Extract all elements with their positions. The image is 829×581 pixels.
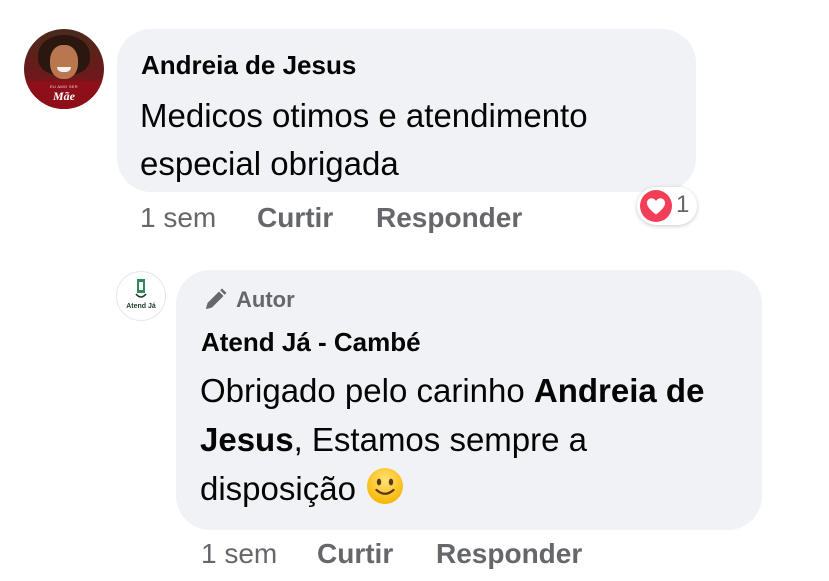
reply-like-button[interactable]: Curtir — [317, 538, 393, 570]
like-button[interactable]: Curtir — [257, 202, 333, 234]
author-badge-label: Autor — [236, 287, 295, 312]
reply-timestamp[interactable]: 1 sem — [201, 538, 277, 570]
slightly-smiling-face-icon — [365, 466, 405, 519]
reaction-summary[interactable]: 1 — [637, 187, 697, 225]
avatar-overlay-big: Mãe — [53, 89, 75, 103]
comment-timestamp[interactable]: 1 sem — [140, 202, 216, 234]
page-avatar[interactable]: Atend Já — [116, 271, 166, 321]
heart-icon — [640, 190, 672, 222]
commenter-avatar[interactable]: EU AMO SER Mãe — [24, 29, 104, 109]
reply-button[interactable]: Responder — [376, 202, 522, 234]
page-avatar-logo-text: Atend Já — [126, 303, 156, 310]
reply-text-before: Obrigado pelo carinho — [200, 372, 534, 409]
reply-author[interactable]: Atend Já - Cambé — [201, 327, 421, 358]
author-badge: Autor — [202, 287, 295, 313]
avatar-face — [50, 45, 78, 79]
pencil-icon — [206, 288, 227, 309]
reaction-count: 1 — [676, 191, 690, 218]
logo-mark-icon — [135, 279, 147, 298]
reply-text: Obrigado pelo carinho Andreia de Jesus, … — [200, 366, 750, 519]
comment-author[interactable]: Andreia de Jesus — [141, 50, 356, 81]
reply-reply-button[interactable]: Responder — [436, 538, 582, 570]
comment-text: Medicos otimos e atendimento especial ob… — [140, 97, 588, 182]
